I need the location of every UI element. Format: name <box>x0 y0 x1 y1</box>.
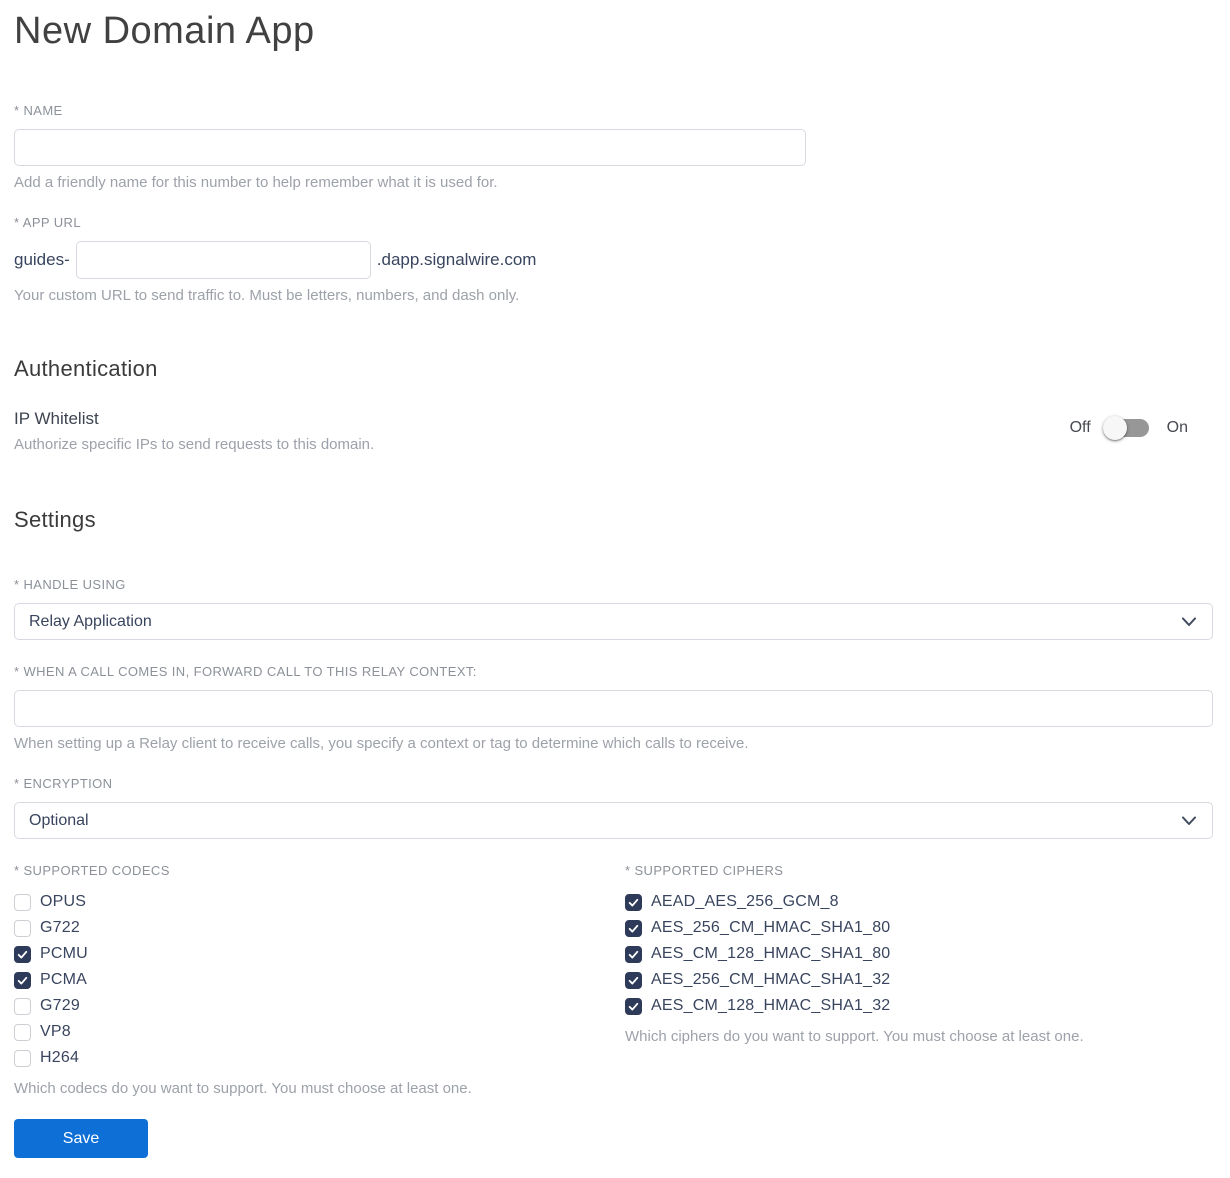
checkbox-icon[interactable] <box>14 971 31 989</box>
supported-ciphers-group: * SUPPORTED CIPHERS AEAD_AES_256_GCM_8 A… <box>625 863 1213 1097</box>
supported-ciphers-label: * SUPPORTED CIPHERS <box>625 863 784 878</box>
app-url-label: * APP URL <box>14 215 81 230</box>
checkbox-label: G722 <box>40 919 80 936</box>
checkbox-label: PCMA <box>40 971 88 988</box>
handle-using-selected-value: Relay Application <box>29 612 152 630</box>
checkbox-icon[interactable] <box>14 919 31 937</box>
ip-whitelist-helper-text: Authorize specific IPs to send requests … <box>14 436 375 453</box>
ip-whitelist-text: IP Whitelist Authorize specific IPs to s… <box>14 409 374 453</box>
checkbox-label: AES_256_CM_HMAC_SHA1_32 <box>651 971 891 988</box>
encryption-selected-value: Optional <box>29 811 89 829</box>
app-url-helper-text: Your custom URL to send traffic to. Must… <box>14 287 520 304</box>
name-helper-text: Add a friendly name for this number to h… <box>14 174 498 191</box>
chevron-down-icon <box>1182 816 1196 825</box>
encryption-field-group: * ENCRYPTION Optional <box>14 776 1213 839</box>
cipher-checkbox-aes-cm-128-hmac-sha1-32[interactable]: AES_CM_128_HMAC_SHA1_32 <box>625 993 1213 1019</box>
checkbox-label: OPUS <box>40 893 87 910</box>
checkbox-icon[interactable] <box>14 945 31 963</box>
codec-checkbox-g722[interactable]: G722 <box>14 915 625 941</box>
app-url-suffix: .dapp.signalwire.com <box>376 250 537 269</box>
supported-codecs-label: * SUPPORTED CODECS <box>14 863 170 878</box>
codec-checkbox-pcma[interactable]: PCMA <box>14 967 625 993</box>
checkbox-label: AES_CM_128_HMAC_SHA1_80 <box>651 945 891 962</box>
checkbox-label: AEAD_AES_256_GCM_8 <box>651 893 839 910</box>
supported-codecs-group: * SUPPORTED CODECS OPUS G722 PCMU PCMA G… <box>14 863 625 1097</box>
checkbox-label: VP8 <box>40 1023 71 1040</box>
cipher-checkbox-aes-cm-128-hmac-sha1-80[interactable]: AES_CM_128_HMAC_SHA1_80 <box>625 941 1213 967</box>
checkbox-label: AES_CM_128_HMAC_SHA1_32 <box>651 997 891 1014</box>
cipher-checkbox-aes-256-cm-hmac-sha1-32[interactable]: AES_256_CM_HMAC_SHA1_32 <box>625 967 1213 993</box>
relay-context-field-group: * WHEN A CALL COMES IN, FORWARD CALL TO … <box>14 664 1213 752</box>
encryption-select[interactable]: Optional <box>14 802 1213 839</box>
app-url-input[interactable] <box>75 241 371 279</box>
app-url-row: guides- .dapp.signalwire.com <box>14 241 1213 279</box>
checkbox-icon[interactable] <box>625 893 642 911</box>
handle-using-select[interactable]: Relay Application <box>14 603 1213 640</box>
codec-checkbox-h264[interactable]: H264 <box>14 1045 625 1071</box>
checkbox-icon[interactable] <box>625 997 642 1015</box>
handle-using-label: * HANDLE USING <box>14 577 126 592</box>
handle-using-field-group: * HANDLE USING Relay Application <box>14 577 1213 640</box>
codecs-checkbox-list: OPUS G722 PCMU PCMA G729 VP8 H264 <box>14 889 625 1071</box>
checkbox-icon[interactable] <box>625 971 642 989</box>
checkbox-label: AES_256_CM_HMAC_SHA1_80 <box>651 919 891 936</box>
name-label: * NAME <box>14 103 63 118</box>
authentication-heading: Authentication <box>14 356 158 381</box>
ip-whitelist-label: IP Whitelist <box>14 409 99 428</box>
ciphers-helper-text: Which ciphers do you want to support. Yo… <box>625 1028 1084 1045</box>
name-field-group: * NAME Add a friendly name for this numb… <box>14 103 1213 191</box>
page-title: New Domain App <box>14 10 315 52</box>
cipher-checkbox-aes-256-cm-hmac-sha1-80[interactable]: AES_256_CM_HMAC_SHA1_80 <box>625 915 1213 941</box>
toggle-off-label: Off <box>1069 419 1091 436</box>
checkbox-label: H264 <box>40 1049 80 1066</box>
codec-checkbox-opus[interactable]: OPUS <box>14 889 625 915</box>
relay-context-label: * WHEN A CALL COMES IN, FORWARD CALL TO … <box>14 664 477 679</box>
checkbox-icon[interactable] <box>14 997 31 1015</box>
checkbox-icon[interactable] <box>14 1023 31 1041</box>
settings-heading: Settings <box>14 507 96 532</box>
save-button[interactable]: Save <box>14 1119 148 1158</box>
encryption-label: * ENCRYPTION <box>14 776 113 791</box>
codec-checkbox-vp8[interactable]: VP8 <box>14 1019 625 1045</box>
name-input[interactable] <box>14 129 806 166</box>
app-url-field-group: * APP URL guides- .dapp.signalwire.com Y… <box>14 215 1213 304</box>
checkbox-label: G729 <box>40 997 80 1014</box>
checkbox-icon[interactable] <box>625 919 642 937</box>
relay-context-helper-text: When setting up a Relay client to receiv… <box>14 735 749 752</box>
checkbox-icon[interactable] <box>625 945 642 963</box>
relay-context-input[interactable] <box>14 690 1213 727</box>
codec-checkbox-pcmu[interactable]: PCMU <box>14 941 625 967</box>
toggle-on-label: On <box>1166 419 1188 436</box>
codecs-helper-text: Which codecs do you want to support. You… <box>14 1080 472 1097</box>
codecs-ciphers-columns: * SUPPORTED CODECS OPUS G722 PCMU PCMA G… <box>14 863 1213 1097</box>
checkbox-icon[interactable] <box>14 1049 31 1067</box>
chevron-down-icon <box>1182 617 1196 626</box>
codec-checkbox-g729[interactable]: G729 <box>14 993 625 1019</box>
toggle-knob-icon <box>1102 416 1127 440</box>
ip-whitelist-toggle-group: Off On <box>1069 416 1213 440</box>
ip-whitelist-row: IP Whitelist Authorize specific IPs to s… <box>14 409 1213 453</box>
app-url-prefix: guides- <box>14 250 70 269</box>
checkbox-label: PCMU <box>40 945 88 962</box>
checkbox-icon[interactable] <box>14 893 31 911</box>
ip-whitelist-toggle[interactable] <box>1102 416 1149 440</box>
cipher-checkbox-aead-aes-256-gcm-8[interactable]: AEAD_AES_256_GCM_8 <box>625 889 1213 915</box>
new-domain-app-form: New Domain App * NAME Add a friendly nam… <box>0 0 1230 1178</box>
ciphers-checkbox-list: AEAD_AES_256_GCM_8 AES_256_CM_HMAC_SHA1_… <box>625 889 1213 1019</box>
